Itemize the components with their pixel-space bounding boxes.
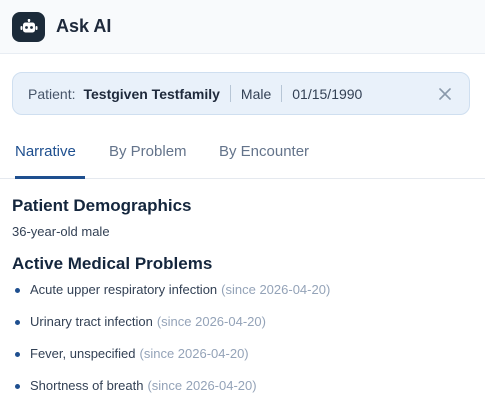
divider bbox=[281, 85, 283, 102]
patient-dob: 01/15/1990 bbox=[292, 85, 363, 102]
bullet-icon bbox=[15, 352, 20, 357]
narrative-content: Patient Demographics 36-year-old male Ac… bbox=[12, 196, 472, 410]
list-item: Acute upper respiratory infection (since… bbox=[12, 282, 472, 314]
app-header: Ask AI bbox=[0, 0, 485, 54]
list-item: Urinary tract infection (since 2026-04-2… bbox=[12, 314, 472, 346]
problem-list: Acute upper respiratory infection (since… bbox=[12, 282, 472, 410]
problem-name: Shortness of breath bbox=[30, 378, 144, 393]
patient-sex: Male bbox=[240, 85, 272, 102]
demographics-text: 36-year-old male bbox=[12, 224, 110, 239]
bullet-icon bbox=[15, 320, 20, 325]
problem-name: Acute upper respiratory infection bbox=[30, 282, 218, 297]
list-item: Shortness of breath (since 2026-04-20) bbox=[12, 378, 472, 410]
problem-name: Urinary tract infection bbox=[30, 314, 153, 329]
tab-bar: Narrative By Problem By Encounter bbox=[0, 134, 485, 179]
problem-since: (since 2026-04-20) bbox=[156, 314, 266, 329]
list-item: Fever, unspecified (since 2026-04-20) bbox=[12, 346, 472, 378]
problem-since: (since 2026-04-20) bbox=[147, 378, 257, 393]
bullet-icon bbox=[15, 384, 20, 389]
patient-bar: Patient: Testgiven Testfamily Male 01/15… bbox=[12, 72, 470, 115]
demographics-heading: Patient Demographics bbox=[12, 196, 192, 215]
patient-label: Patient: bbox=[28, 85, 76, 102]
problems-heading: Active Medical Problems bbox=[12, 254, 213, 273]
robot-icon bbox=[12, 11, 45, 42]
problem-since: (since 2026-04-20) bbox=[139, 346, 249, 361]
tab-by-encounter[interactable]: By Encounter bbox=[219, 143, 309, 179]
close-button[interactable] bbox=[435, 84, 455, 104]
tab-by-problem[interactable]: By Problem bbox=[109, 143, 187, 179]
tab-narrative[interactable]: Narrative bbox=[15, 143, 85, 179]
patient-name: Testgiven Testfamily bbox=[83, 85, 220, 102]
app-title: Ask AI bbox=[56, 16, 112, 36]
close-icon bbox=[439, 88, 451, 100]
problem-since: (since 2026-04-20) bbox=[221, 282, 331, 297]
divider bbox=[229, 85, 231, 102]
problem-name: Fever, unspecified bbox=[30, 346, 136, 361]
bullet-icon bbox=[15, 288, 20, 293]
